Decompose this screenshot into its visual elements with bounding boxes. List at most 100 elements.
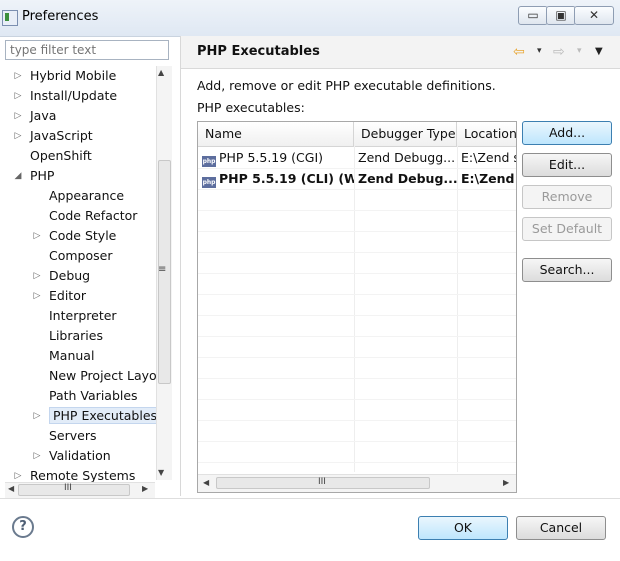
expand-arrow-icon[interactable]: ▷ bbox=[13, 86, 23, 106]
tree-item-label: Libraries bbox=[49, 328, 103, 343]
scroll-right-arrow-icon[interactable]: ▶ bbox=[142, 484, 148, 493]
column-header-location[interactable]: Location bbox=[457, 122, 516, 146]
expand-arrow-icon[interactable]: ▷ bbox=[32, 286, 42, 306]
tree-item[interactable]: ▷ Editor bbox=[24, 286, 86, 306]
table-gridline bbox=[198, 441, 516, 442]
panel-divider[interactable] bbox=[180, 36, 181, 496]
table-cell-text: PHP 5.5.19 (CGI) bbox=[219, 150, 324, 165]
forward-arrow-icon: ⇨ bbox=[553, 44, 565, 60]
expand-arrow-icon[interactable]: ▷ bbox=[13, 106, 23, 126]
table-gridline bbox=[198, 168, 516, 169]
tree-item-label: Code Style bbox=[49, 228, 117, 243]
tree-item[interactable]: ▷ Install/Update bbox=[5, 86, 118, 106]
set-default-button[interactable]: Set Default bbox=[522, 217, 612, 241]
table-cell-location: E:\Zend s bbox=[457, 148, 516, 168]
tree-item[interactable]: ▷ Validation bbox=[24, 446, 111, 466]
tree-item[interactable]: ▷ Hybrid Mobile bbox=[5, 66, 117, 86]
table-gridline bbox=[198, 252, 516, 253]
add-button[interactable]: Add... bbox=[522, 121, 612, 145]
expand-arrow-icon[interactable]: ▷ bbox=[13, 126, 23, 146]
expand-arrow-icon[interactable]: ▷ bbox=[32, 266, 42, 286]
table-cell-text: E:\Zend s bbox=[461, 150, 516, 165]
table-gridline bbox=[198, 378, 516, 379]
scroll-up-arrow-icon[interactable]: ▲ bbox=[158, 68, 164, 77]
table-gridline bbox=[198, 315, 516, 316]
tree-item-label: Editor bbox=[49, 288, 86, 303]
remove-button[interactable]: Remove bbox=[522, 185, 612, 209]
maximize-button[interactable]: ▣ bbox=[546, 6, 576, 25]
tree-item[interactable]: ▷ PHP Executables bbox=[24, 406, 162, 426]
edit-button[interactable]: Edit... bbox=[522, 153, 612, 177]
tree-item[interactable]: Appearance bbox=[24, 186, 124, 206]
tree-item[interactable]: Code Refactor bbox=[24, 206, 137, 226]
scroll-grip-icon: ≡ bbox=[158, 264, 167, 275]
tree-item-label: Path Variables bbox=[49, 388, 138, 403]
scroll-down-arrow-icon[interactable]: ▼ bbox=[158, 468, 164, 477]
tree-item-label: Install/Update bbox=[30, 88, 118, 103]
tree-item[interactable]: ▷ Code Style bbox=[24, 226, 117, 246]
tree-item[interactable]: Manual bbox=[24, 346, 94, 366]
collapse-arrow-icon[interactable]: ◢ bbox=[13, 166, 23, 186]
tree-item[interactable]: New Project Layout bbox=[24, 366, 169, 386]
ok-button[interactable]: OK bbox=[418, 516, 508, 540]
table-gridline bbox=[198, 420, 516, 421]
tree-item[interactable]: ▷ JavaScript bbox=[5, 126, 93, 146]
table-gridline bbox=[198, 294, 516, 295]
tree-horizontal-scroll-thumb[interactable] bbox=[18, 484, 130, 496]
preferences-tree: ▷ Hybrid Mobile ▷ Install/Update ▷ Java ▷ JavaS… bbox=[5, 66, 171, 484]
table-hscroll-grip-icon: III bbox=[318, 477, 326, 487]
help-icon[interactable]: ? bbox=[12, 516, 34, 538]
minimize-button[interactable]: ▭ bbox=[518, 6, 548, 25]
table-gridline bbox=[198, 399, 516, 400]
table-cell-location: E:\Zend bbox=[457, 169, 516, 189]
filter-input[interactable] bbox=[5, 40, 169, 60]
tree-item-label: Remote Systems bbox=[30, 468, 136, 483]
tree-item-label: Validation bbox=[49, 448, 111, 463]
back-history-dropdown-icon[interactable]: ▾ bbox=[537, 46, 542, 56]
tree-item[interactable]: ▷ Debug bbox=[24, 266, 91, 286]
tree-item-label: Hybrid Mobile bbox=[30, 68, 117, 83]
expand-arrow-icon[interactable]: ▷ bbox=[32, 406, 42, 426]
back-arrow-icon[interactable]: ⇦ bbox=[513, 44, 525, 60]
tree-item-label: PHP Executables bbox=[49, 407, 162, 424]
table-header: Name Debugger Type Location bbox=[198, 122, 516, 147]
table-row[interactable]: php PHP 5.5.19 (CGI) Zend Debugg... E:\Zend… bbox=[198, 148, 516, 168]
footer-divider bbox=[0, 498, 620, 499]
table-gridline bbox=[198, 462, 516, 463]
php-executable-icon: php bbox=[202, 156, 216, 167]
expand-arrow-icon[interactable]: ▷ bbox=[32, 446, 42, 466]
close-button[interactable]: ✕ bbox=[574, 6, 614, 25]
table-scroll-right-arrow-icon[interactable]: ▶ bbox=[503, 478, 509, 487]
tree-item[interactable]: Libraries bbox=[24, 326, 103, 346]
search-button[interactable]: Search... bbox=[522, 258, 612, 282]
cancel-button[interactable]: Cancel bbox=[516, 516, 606, 540]
tree-item[interactable]: Interpreter bbox=[24, 306, 117, 326]
column-header-name[interactable]: Name bbox=[198, 122, 354, 146]
column-divider bbox=[354, 146, 355, 472]
tree-item[interactable]: Servers bbox=[24, 426, 97, 446]
table-gridline bbox=[198, 189, 516, 190]
tree-item[interactable]: ◢ PHP bbox=[5, 166, 55, 186]
table-cell-text: Zend Debug... bbox=[358, 171, 457, 186]
tree-item[interactable]: ▷ Java bbox=[5, 106, 57, 126]
executables-table: Name Debugger Type Location php PHP 5.5.1… bbox=[197, 121, 517, 493]
table-row[interactable]: phpPHP 5.5.19 (CLI) (W... Zend Debug... E:… bbox=[198, 169, 516, 189]
hscroll-grip-icon: III bbox=[64, 483, 72, 493]
php-executable-icon: php bbox=[202, 177, 216, 188]
view-menu-icon[interactable]: ▼ bbox=[595, 46, 603, 57]
tree-item-label: Interpreter bbox=[49, 308, 117, 323]
expand-arrow-icon[interactable]: ▷ bbox=[13, 66, 23, 86]
tree-item[interactable]: Path Variables bbox=[24, 386, 138, 406]
tree-item[interactable]: OpenShift bbox=[5, 146, 92, 166]
scroll-left-arrow-icon[interactable]: ◀ bbox=[8, 484, 14, 493]
tree-item[interactable]: Composer bbox=[24, 246, 112, 266]
column-header-debugger-type[interactable]: Debugger Type bbox=[354, 122, 457, 146]
table-scroll-left-arrow-icon[interactable]: ◀ bbox=[203, 478, 209, 487]
tree-item-label: PHP bbox=[30, 168, 55, 183]
table-cell-debugger: Zend Debug... bbox=[354, 169, 457, 189]
expand-arrow-icon[interactable]: ▷ bbox=[32, 226, 42, 246]
table-cell-name: phpPHP 5.5.19 (CLI) (W... bbox=[198, 169, 354, 189]
window-title: Preferences bbox=[22, 9, 99, 24]
tree-item-label: Code Refactor bbox=[49, 208, 138, 223]
column-divider bbox=[457, 146, 458, 472]
